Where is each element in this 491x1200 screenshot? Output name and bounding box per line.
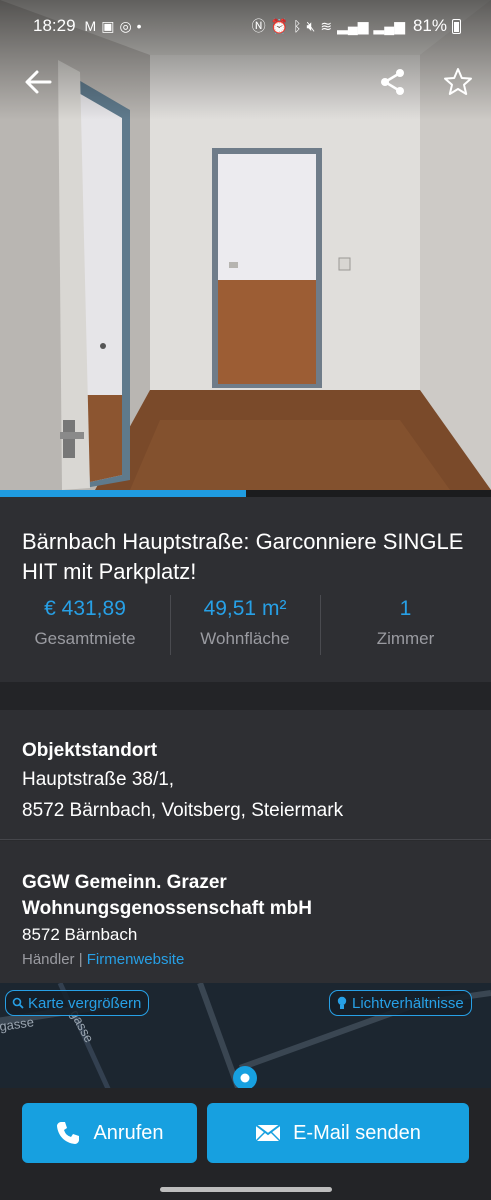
arrow-left-icon [25,70,52,94]
address-line1: Hauptstraße 38/1, [22,769,175,790]
status-time: 18:29 [33,16,76,35]
fact-rooms: 1 Zimmer [320,595,491,657]
call-button-label: Anrufen [93,1121,164,1144]
location-heading: Objektstandort [22,740,158,761]
gmail-icon: M [84,18,97,34]
send-email-button[interactable]: E-Mail senden [207,1103,469,1163]
listing-title: Bärnbach Hauptstraße: Garconniere SINGLE… [22,529,464,584]
dealer-type: Händler [22,951,75,968]
battery-icon [452,18,461,34]
share-icon [381,69,404,95]
section-divider [0,682,491,710]
back-button[interactable] [18,62,58,102]
mute-icon: 🔇︎ [306,17,316,34]
battery-percentage: 81% [412,16,447,35]
fact-area: 49,51 m² Wohnfläche [170,595,320,657]
contact-action-bar: Anrufen E-Mail senden [0,1088,491,1200]
gallery-icon: ▣ [101,18,115,34]
favorite-button[interactable] [438,62,478,102]
fact-value: € 431,89 [44,597,126,620]
fact-value: 1 [399,597,412,620]
location-map[interactable]: gasse gasse Karte vergrößern Lichtverhäl… [0,983,491,1093]
lighting-conditions-label: Lichtverhältnisse [352,994,464,1012]
company-website-link[interactable]: Firmenwebsite [87,951,185,968]
signal2-icon: ▂▄▆ [373,17,405,34]
dot-icon: • [136,18,142,34]
envelope-icon [255,1124,281,1142]
lighting-conditions-button[interactable]: Lichtverhältnisse [329,990,472,1016]
meta-separator: | [74,951,87,968]
wifi-icon: ≋ [320,17,333,34]
signal-icon: ▂▄▆ [337,17,369,34]
whatsapp-icon: ◎ [119,18,132,34]
fact-price: € 431,89 Gesamtmiete [0,595,170,657]
bluetooth-icon: ᛒ [293,18,302,34]
fact-label: Gesamtmiete [34,629,136,648]
listing-summary: Bärnbach Hauptstraße: Garconniere SINGLE… [0,497,491,682]
gallery-progress [0,490,491,497]
enlarge-map-button[interactable]: Karte vergrößern [5,990,150,1016]
street-label: gasse [0,1014,35,1034]
magnifier-icon [12,997,24,1009]
gallery-progress-fill [0,490,246,497]
dealer-meta: Händler | Firmenwebsite [22,951,184,968]
location-section: Objektstandort Hauptstraße 38/1, 8572 Bä… [0,710,491,840]
enlarge-map-label: Karte vergrößern [28,994,142,1012]
status-bar: 18:29 M ▣ ◎ • Ⓝ ⏰ ᛒ 🔇︎ ≋ ▂▄▆ ▂▄▆ 81% [0,0,491,52]
lightbulb-icon [337,996,347,1009]
share-button[interactable] [373,62,413,102]
nfc-icon: Ⓝ [251,18,266,34]
fact-label: Zimmer [376,629,435,648]
send-email-label: E-Mail senden [293,1121,421,1144]
dealer-name: GGW Gemeinn. Grazer Wohnungsgenossenscha… [22,872,312,919]
star-outline-icon [444,68,472,95]
fact-label: Wohnfläche [200,629,290,648]
call-button[interactable]: Anrufen [22,1103,197,1163]
fact-value: 49,51 m² [203,597,287,620]
dealer-city: 8572 Bärnbach [22,925,138,944]
key-facts: € 431,89 Gesamtmiete 49,51 m² Wohnfläche… [0,595,491,657]
address-line2: 8572 Bärnbach, Voitsberg, Steiermark [22,800,344,821]
home-indicator[interactable] [160,1187,332,1192]
phone-icon [57,1122,80,1144]
dealer-section: GGW Gemeinn. Grazer Wohnungsgenossenscha… [0,841,491,983]
alarm-icon: ⏰ [270,17,289,34]
listing-photo[interactable] [0,0,491,490]
